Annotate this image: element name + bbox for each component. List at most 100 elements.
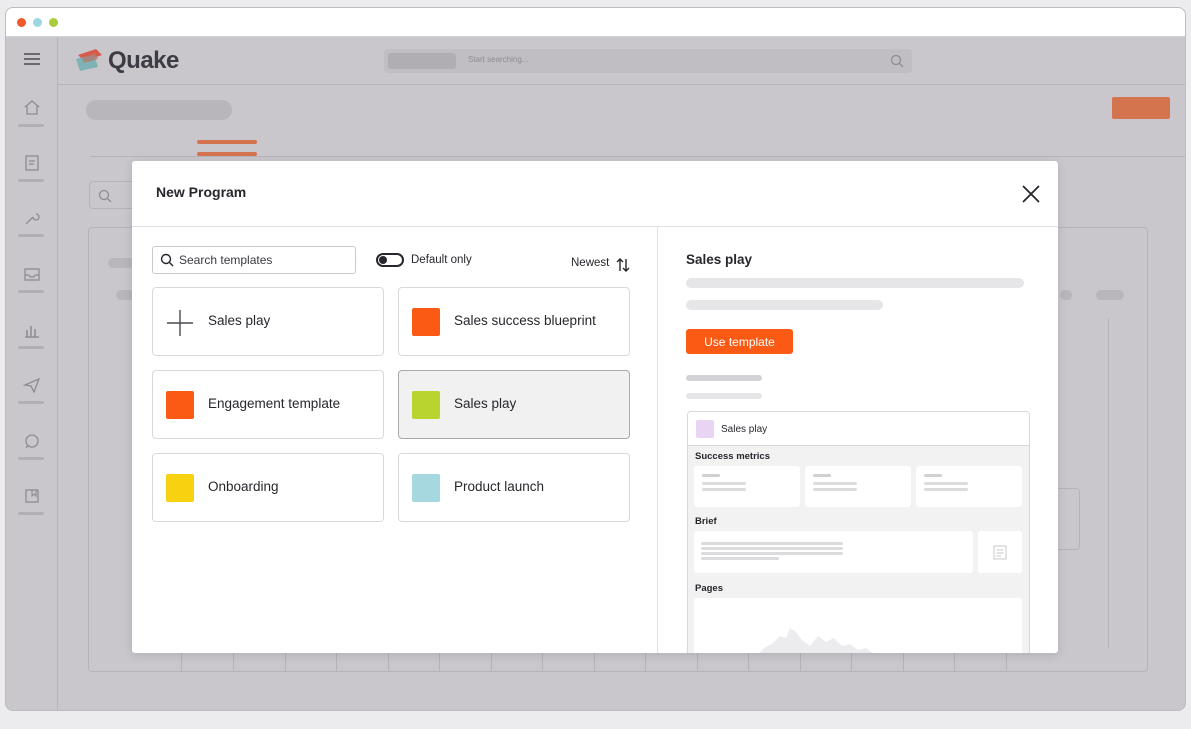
background-grid-line — [181, 652, 182, 672]
global-search[interactable]: Start searching... — [384, 49, 912, 73]
template-list-pane: Default only Newest Sales play Sales suc… — [132, 227, 658, 653]
template-card-onboarding[interactable]: Onboarding — [152, 453, 384, 522]
background-placeholder — [108, 258, 134, 268]
brief-card — [694, 531, 973, 573]
template-card-label: Sales play — [454, 396, 517, 411]
sidebar-label-placeholder — [18, 457, 44, 460]
template-card-sales-play-selected[interactable]: Sales play — [398, 370, 630, 439]
meta-placeholder-line — [686, 375, 762, 381]
template-card-product-launch[interactable]: Product launch — [398, 453, 630, 522]
background-placeholder — [1060, 290, 1072, 300]
template-search-input[interactable] — [179, 251, 349, 269]
metric-card — [916, 466, 1022, 507]
background-grid-line — [336, 652, 337, 672]
wrench-icon[interactable] — [23, 210, 41, 226]
template-search[interactable] — [152, 246, 356, 274]
bar-chart-icon[interactable] — [23, 322, 41, 338]
background-grid-line — [954, 652, 955, 672]
background-grid-line — [233, 652, 234, 672]
sort-icon[interactable] — [616, 257, 630, 273]
background-grid-line — [697, 652, 698, 672]
brief-attachment[interactable] — [978, 531, 1022, 573]
background-grid-line — [851, 652, 852, 672]
window-minimize-dot[interactable] — [33, 18, 42, 27]
placeholder-line — [924, 488, 968, 491]
sidebar-label-placeholder — [18, 179, 44, 182]
background-grid-line — [542, 652, 543, 672]
placeholder-line — [701, 542, 843, 545]
window-maximize-dot[interactable] — [49, 18, 58, 27]
template-card-label: Product launch — [454, 479, 545, 494]
description-placeholder-line — [686, 278, 1024, 288]
search-icon — [160, 253, 174, 267]
default-only-toggle[interactable] — [376, 253, 404, 267]
use-template-button[interactable]: Use template — [686, 329, 793, 354]
template-card-label: Sales success blueprint — [454, 313, 596, 328]
template-preview-pane: Sales play Use template Sales play Succe… — [659, 227, 1058, 653]
sidebar-label-placeholder — [18, 512, 44, 515]
chat-icon[interactable] — [23, 433, 41, 449]
app-topbar: Quake Start searching... — [58, 37, 1185, 85]
app-name: Quake — [108, 47, 179, 74]
description-placeholder-line — [686, 300, 883, 310]
placeholder-line — [702, 488, 746, 491]
sort-button[interactable]: Newest — [571, 257, 609, 269]
primary-action-button[interactable] — [1112, 97, 1170, 119]
background-grid-line — [903, 652, 904, 672]
metric-card — [805, 466, 911, 507]
dialog-header: New Program — [132, 161, 1058, 227]
search-icon — [98, 189, 112, 203]
template-card-label: Engagement template — [208, 396, 341, 411]
sidebar-label-placeholder — [18, 234, 44, 237]
pages-thumbnail-graphic — [759, 628, 873, 653]
background-grid-line — [285, 652, 286, 672]
inbox-icon[interactable] — [23, 266, 41, 282]
background-grid-line — [439, 652, 440, 672]
placeholder-line — [924, 482, 968, 485]
quake-logo — [76, 49, 102, 71]
note-icon[interactable] — [23, 155, 41, 171]
book-icon[interactable] — [23, 488, 41, 504]
placeholder-line — [701, 547, 843, 550]
window-titlebar — [6, 8, 1185, 37]
template-card-engagement-template[interactable]: Engagement template — [152, 370, 384, 439]
plus-icon — [167, 310, 193, 336]
sidebar-label-placeholder — [18, 401, 44, 404]
background-grid-line — [748, 652, 749, 672]
section-pages: Pages — [695, 583, 723, 594]
menu-icon[interactable] — [24, 53, 40, 65]
close-icon[interactable] — [1020, 183, 1042, 205]
search-icon[interactable] — [890, 54, 904, 68]
metric-card — [694, 466, 800, 507]
background-grid-line — [1006, 652, 1007, 672]
background-placeholder — [1096, 290, 1124, 300]
placeholder-line — [813, 488, 857, 491]
background-grid-line — [594, 652, 595, 672]
default-only-label: Default only — [411, 254, 472, 266]
background-grid-line — [800, 652, 801, 672]
dialog-title: New Program — [156, 184, 247, 200]
template-card-sales-success-blueprint[interactable]: Sales success blueprint — [398, 287, 630, 356]
preview-card-body: Success metrics Brief Pages — [688, 446, 1029, 653]
preview-card-header: Sales play — [688, 412, 1029, 446]
placeholder-line — [701, 552, 843, 555]
window-close-dot[interactable] — [17, 18, 26, 27]
background-divider — [1108, 318, 1109, 648]
template-color-swatch — [412, 308, 440, 336]
send-icon[interactable] — [23, 377, 41, 393]
search-scope-chip[interactable] — [388, 53, 456, 69]
document-icon — [993, 545, 1007, 560]
template-preview-card: Sales play Success metrics Brief Pages — [687, 411, 1030, 653]
template-card-sales-play-new[interactable]: Sales play — [152, 287, 384, 356]
background-grid-line — [388, 652, 389, 672]
template-color-swatch — [412, 391, 440, 419]
background-grid-line — [491, 652, 492, 672]
placeholder-line — [813, 482, 857, 485]
home-icon[interactable] — [23, 99, 41, 115]
divider — [90, 156, 1185, 157]
pages-card — [694, 598, 1022, 653]
sidebar — [6, 37, 58, 710]
placeholder-line — [813, 474, 831, 477]
sidebar-label-placeholder — [18, 124, 44, 127]
new-program-dialog: New Program Default only Newest Sales pl… — [132, 161, 1058, 653]
